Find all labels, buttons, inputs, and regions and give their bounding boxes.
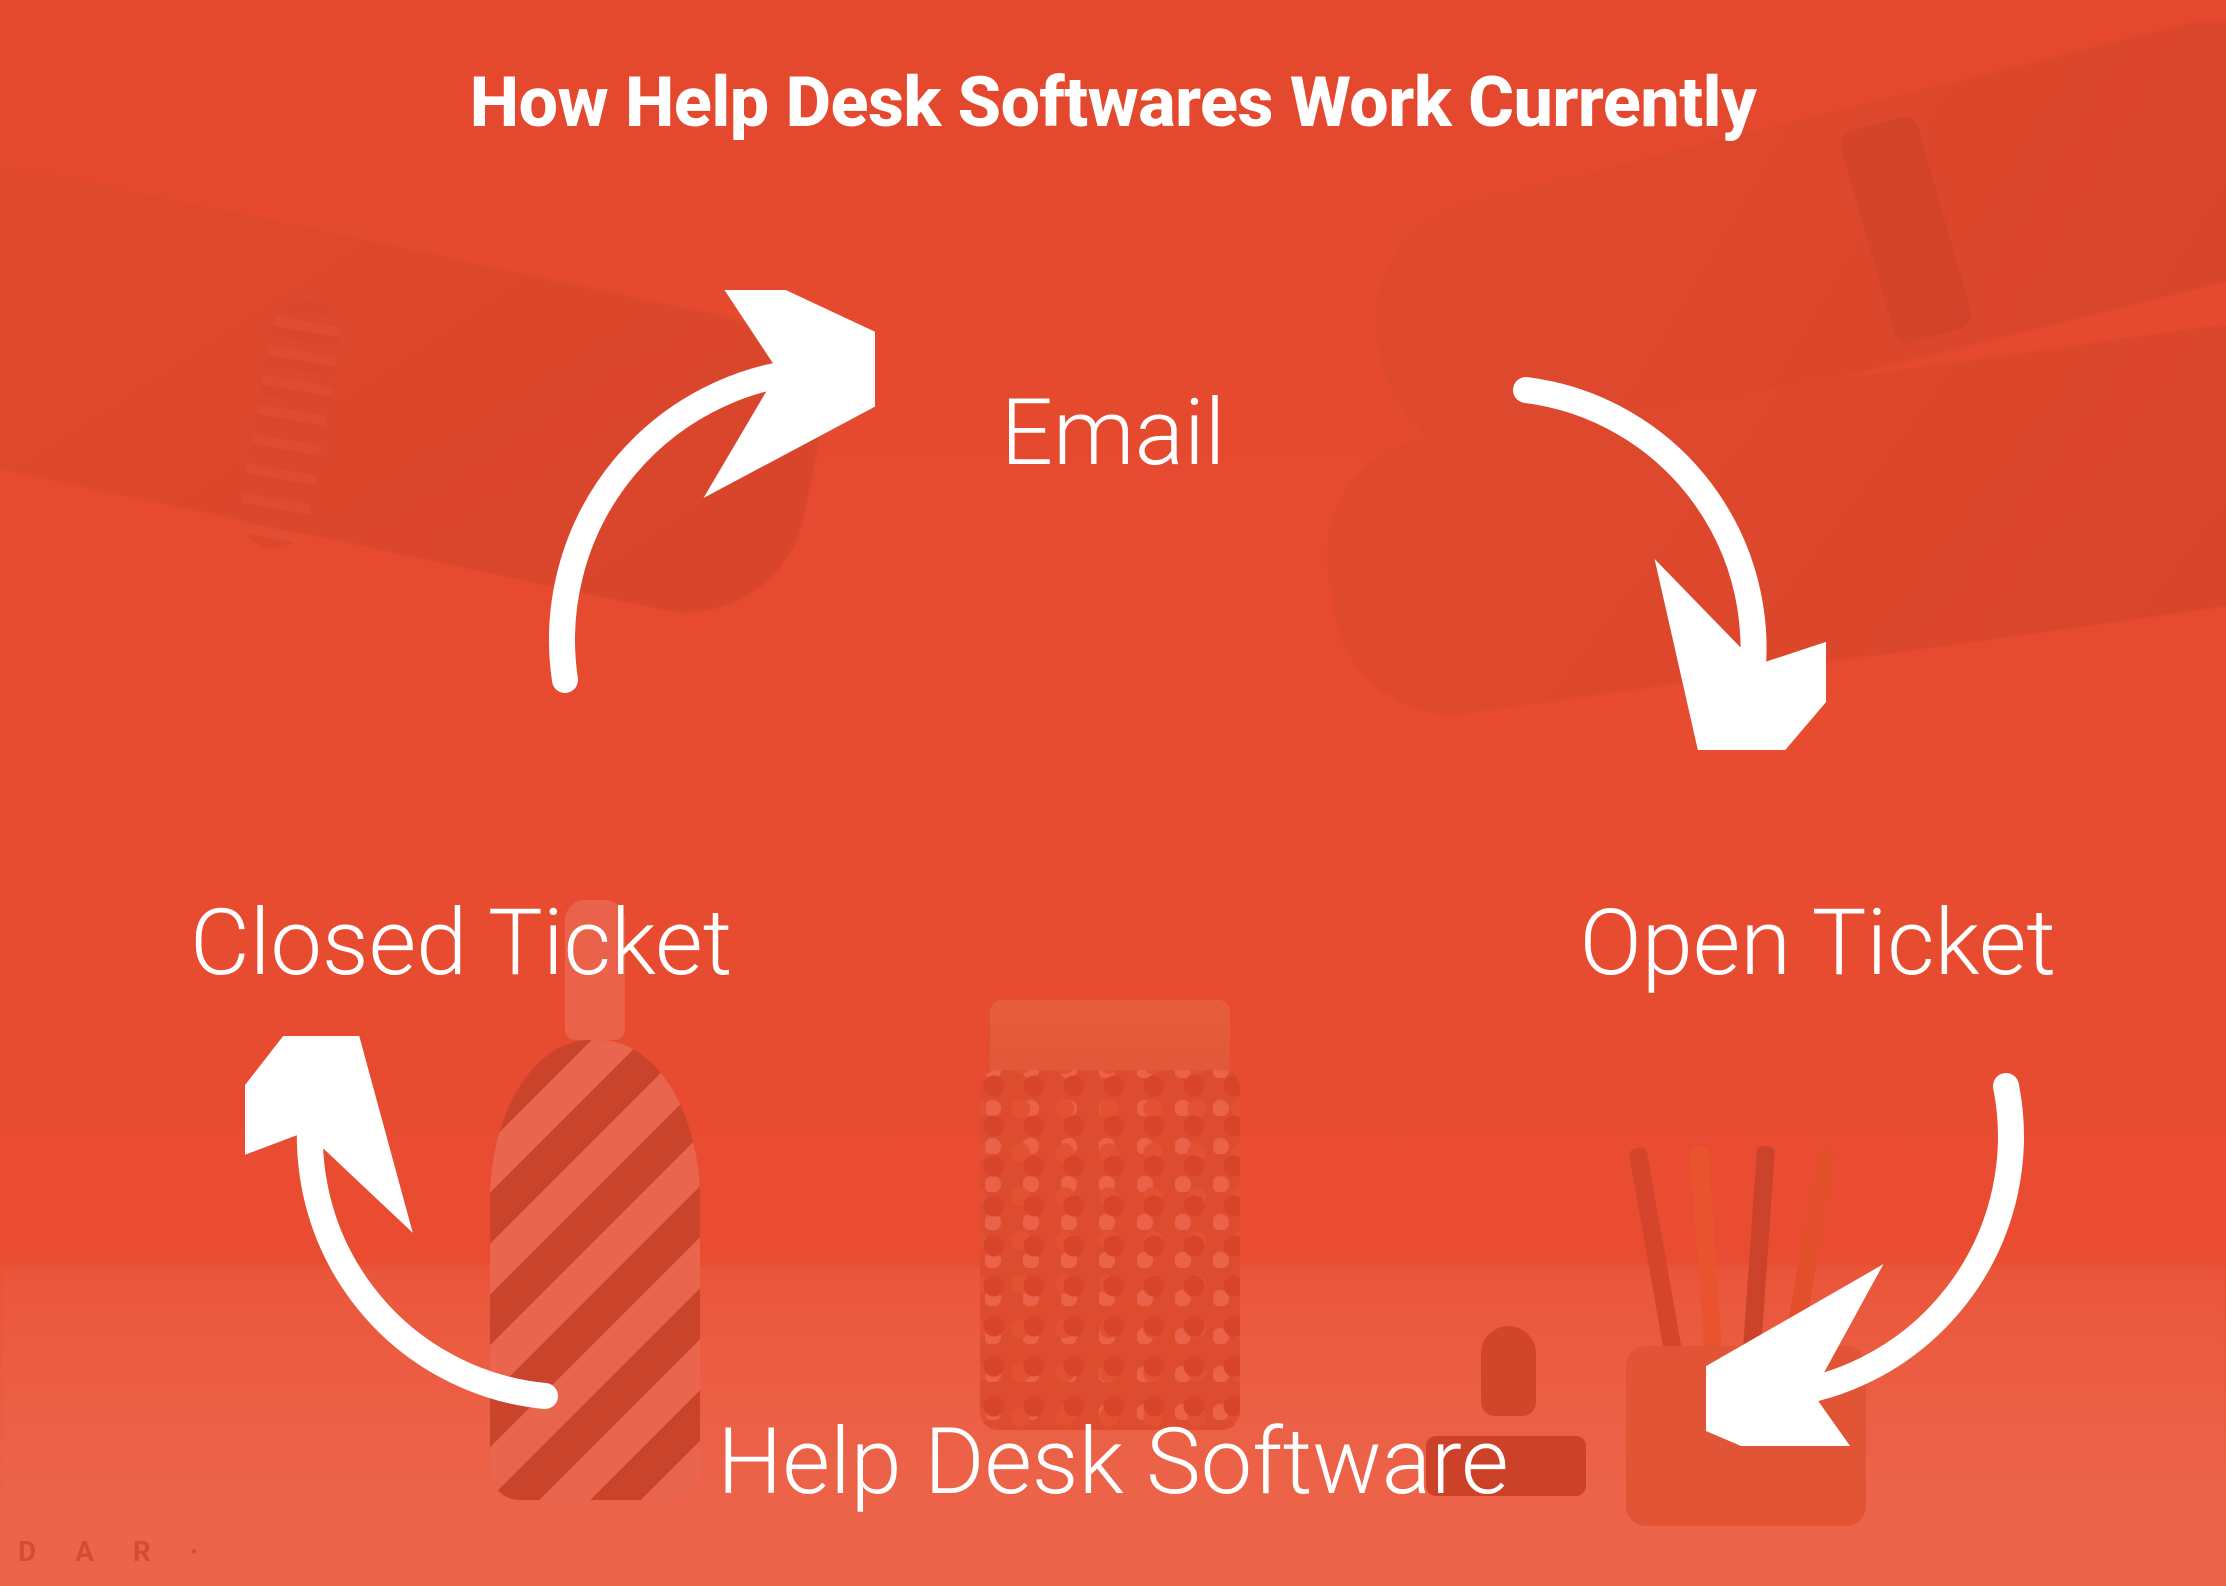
arrow-bottom-left-icon xyxy=(245,1036,605,1436)
diagram-layer: How Help Desk Softwares Work Currently E… xyxy=(0,0,2226,1586)
node-help-desk-software: Help Desk Software xyxy=(717,1409,1508,1516)
arrow-bottom-right-icon xyxy=(1706,1046,2066,1446)
arrow-top-right-icon xyxy=(1486,330,1826,750)
node-email: Email xyxy=(1001,380,1226,487)
node-closed-ticket: Closed Ticket xyxy=(190,890,732,997)
node-open-ticket: Open Ticket xyxy=(1579,890,2056,997)
arrow-top-left-icon xyxy=(495,290,875,710)
diagram-title: How Help Desk Softwares Work Currently xyxy=(0,62,2226,144)
